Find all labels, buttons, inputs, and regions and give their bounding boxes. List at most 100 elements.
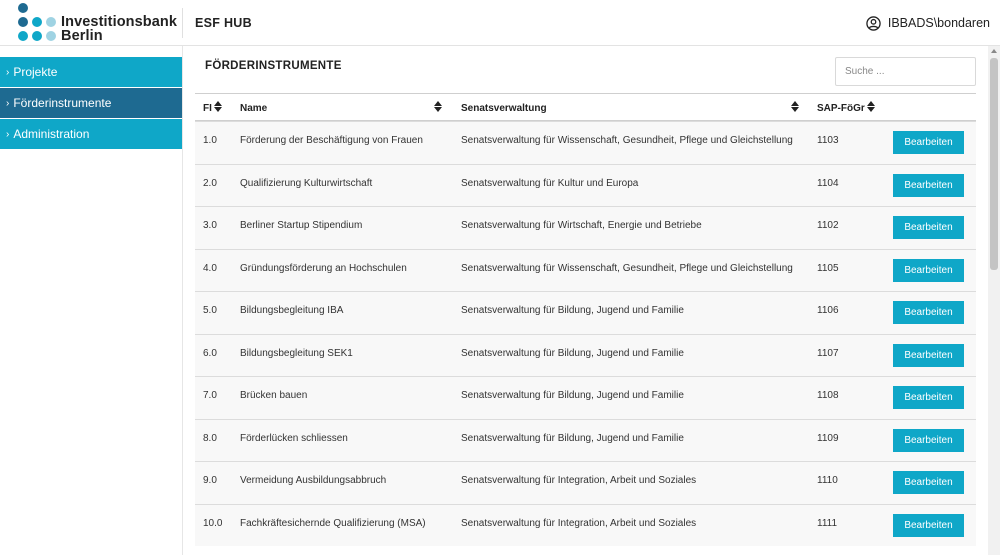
row-sap: 1106 [817, 305, 839, 316]
row-senatsverwaltung: Senatsverwaltung für Wissenschaft, Gesun… [461, 135, 793, 146]
row-sap: 1102 [817, 220, 839, 231]
table-row: 1.0 Förderung der Beschäftigung von Fraue… [195, 121, 976, 164]
row-fi: 2.0 [203, 177, 217, 189]
sidebar-item-foerderinstrumente[interactable]: › Förderinstrumente [0, 88, 182, 118]
row-name: Vermeidung Ausbildungsabbruch [240, 475, 387, 486]
row-senatsverwaltung: Senatsverwaltung für Wissenschaft, Gesun… [461, 262, 793, 274]
logo-dot-icon [18, 31, 28, 41]
column-header-sap[interactable]: SAP-FöGr [817, 103, 865, 114]
edit-button[interactable]: Bearbeiten [893, 428, 964, 452]
user-menu[interactable]: IBBADS\bondaren [866, 13, 990, 33]
scrollbar[interactable] [988, 46, 1000, 555]
edit-button[interactable]: Bearbeiten [893, 173, 964, 197]
row-name: Berliner Startup Stipendium [240, 220, 363, 231]
row-fi: 5.0 [203, 305, 217, 316]
row-fi: 9.0 [203, 475, 217, 486]
instruments-table: FI Name Senatsverwaltung SAP-FöGr 1.0 För… [195, 93, 976, 546]
sort-icon[interactable] [791, 101, 799, 113]
table-row: 2.0 Qualifizierung Kulturwirtschaft Senats… [195, 163, 976, 206]
row-senatsverwaltung: Senatsverwaltung für Integration, Arbeit… [461, 517, 697, 529]
table-row: 6.0 Bildungsbegleitung SEK1 Senatsverwaltu… [195, 333, 976, 376]
row-fi: 10.0 [203, 517, 223, 529]
user-icon [866, 15, 881, 31]
sidebar-item-projekte[interactable]: › Projekte [0, 57, 182, 87]
logo-line1: Investitionsbank [61, 14, 178, 30]
row-name: Brücken bauen [240, 390, 308, 401]
row-senatsverwaltung: Senatsverwaltung für Bildung, Jugend und… [461, 390, 684, 401]
row-fi: 3.0 [203, 220, 217, 231]
column-header-fi[interactable]: FI [203, 103, 212, 114]
row-fi: 6.0 [203, 347, 217, 359]
row-senatsverwaltung: Senatsverwaltung für Bildung, Jugend und… [461, 432, 684, 444]
row-name: Förderung der Beschäftigung von Frauen [240, 135, 423, 146]
table-row: 5.0 Bildungsbegleitung IBA Senatsverwaltun… [195, 291, 976, 334]
app-title: ESF HUB [195, 16, 252, 30]
chevron-right-icon: › [6, 97, 10, 109]
column-header-name[interactable]: Name [240, 103, 267, 114]
logo-dot-icon [32, 31, 42, 41]
row-fi: 8.0 [203, 432, 217, 444]
logo-dot-icon [46, 31, 56, 41]
row-sap: 1107 [817, 347, 839, 359]
main-content: FÖRDERINSTRUMENTE FI Name Senatsverwaltu… [183, 46, 988, 555]
logo-text: Investitionsbank Berlin [61, 14, 178, 44]
edit-button[interactable]: Bearbeiten [893, 343, 964, 367]
row-senatsverwaltung: Senatsverwaltung für Kultur und Europa [461, 177, 639, 189]
row-sap: 1110 [817, 475, 838, 486]
logo-dot-icon [18, 17, 28, 27]
sidebar-item-label: Projekte [13, 65, 58, 79]
table-row: 7.0 Brücken bauen Senatsverwaltung für Bil… [195, 376, 976, 419]
row-senatsverwaltung: Senatsverwaltung für Wirtschaft, Energie… [461, 220, 702, 231]
sort-icon[interactable] [867, 101, 875, 113]
row-name: Qualifizierung Kulturwirtschaft [240, 177, 373, 189]
row-senatsverwaltung: Senatsverwaltung für Integration, Arbeit… [461, 475, 697, 486]
logo-dot-icon [32, 17, 42, 27]
sort-icon[interactable] [214, 101, 222, 113]
row-sap: 1108 [817, 390, 839, 401]
row-name: Bildungsbegleitung SEK1 [240, 347, 353, 359]
logo-line2: Berlin [61, 28, 103, 44]
row-name: Fachkräftesichernde Qualifizierung (MSA) [240, 517, 426, 529]
edit-button[interactable]: Bearbeiten [893, 258, 964, 282]
edit-button[interactable]: Bearbeiten [893, 301, 964, 324]
edit-button[interactable]: Bearbeiten [893, 513, 964, 537]
edit-button[interactable]: Bearbeiten [893, 131, 964, 154]
ibb-logo[interactable]: Investitionsbank Berlin [16, 3, 178, 44]
row-fi: 4.0 [203, 262, 217, 274]
row-sap: 1109 [817, 432, 839, 444]
page-title: FÖRDERINSTRUMENTE [205, 60, 342, 72]
row-sap: 1105 [817, 262, 839, 274]
sort-icon[interactable] [434, 101, 442, 113]
chevron-right-icon: › [6, 128, 10, 140]
edit-button[interactable]: Bearbeiten [893, 216, 964, 239]
logo-dot-icon [18, 3, 28, 13]
sidebar: › Projekte › Förderinstrumente › Adminis… [0, 46, 183, 555]
logo-dot-icon [46, 17, 56, 27]
table-row: 10.0 Fachkräftesichernde Qualifizierung (… [195, 503, 976, 546]
table-header-row: FI Name Senatsverwaltung SAP-FöGr [195, 93, 976, 121]
search-input[interactable] [835, 57, 976, 86]
table-row: 8.0 Förderlücken schliessen Senatsverwaltu… [195, 418, 976, 461]
row-sap: 1104 [817, 177, 839, 189]
edit-button[interactable]: Bearbeiten [893, 386, 964, 409]
sidebar-item-administration[interactable]: › Administration [0, 119, 182, 149]
row-name: Bildungsbegleitung IBA [240, 305, 344, 316]
edit-button[interactable]: Bearbeiten [893, 471, 964, 494]
row-sap: 1111 [817, 517, 838, 529]
scroll-up-icon[interactable] [991, 49, 997, 53]
row-name: Gründungsförderung an Hochschulen [240, 262, 407, 274]
row-senatsverwaltung: Senatsverwaltung für Bildung, Jugend und… [461, 305, 684, 316]
row-fi: 1.0 [203, 135, 217, 146]
column-header-senatsverwaltung[interactable]: Senatsverwaltung [461, 103, 547, 114]
sidebar-item-label: Förderinstrumente [13, 96, 112, 110]
user-name: IBBADS\bondaren [887, 16, 990, 30]
table-row: 4.0 Gründungsförderung an Hochschulen Sena… [195, 248, 976, 291]
chevron-right-icon: › [6, 66, 10, 78]
row-sap: 1103 [817, 135, 839, 146]
table-row: 3.0 Berliner Startup Stipendium Senatsverw… [195, 206, 976, 249]
scrollbar-thumb[interactable] [990, 58, 998, 270]
sidebar-item-label: Administration [13, 127, 90, 141]
row-senatsverwaltung: Senatsverwaltung für Bildung, Jugend und… [461, 347, 684, 359]
table-row: 9.0 Vermeidung Ausbildungsabbruch Senatsve… [195, 461, 976, 504]
row-fi: 7.0 [203, 390, 217, 401]
